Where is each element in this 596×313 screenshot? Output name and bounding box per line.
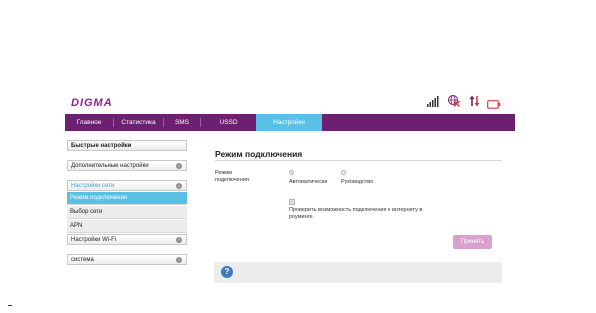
tab-settings[interactable]: Настройки [256, 114, 322, 131]
sidebar-item-label: Дополнительные настройки [71, 163, 149, 169]
sidebar-item-label: Быстрые настройки [71, 143, 132, 149]
signal-strength-icon [427, 94, 439, 112]
sidebar-item-wifi-settings[interactable]: Настройки Wi-Fi › [67, 234, 187, 245]
tab-statistics[interactable]: Статистика [114, 114, 163, 131]
roaming-check-label: Проверить возможность подключения к инте… [289, 207, 422, 221]
radio-auto[interactable] [289, 170, 294, 175]
tab-ussd[interactable]: USSD [201, 114, 256, 131]
radio-auto-label[interactable]: Автоматически [289, 179, 327, 186]
help-icon[interactable]: ? [221, 266, 233, 278]
roaming-check-checkbox[interactable] [289, 199, 295, 205]
sidebar-subitem-apn[interactable]: APN [67, 220, 187, 233]
data-transfer-arrows-icon [469, 94, 481, 112]
sidebar-item-system[interactable]: система › [67, 254, 187, 265]
chevron-right-icon: › [176, 237, 182, 243]
globe-no-roaming-icon [447, 94, 461, 112]
main-navigation: Главное Статистика SMS USSD Настройки [65, 114, 515, 131]
tab-sms[interactable]: SMS [164, 114, 200, 131]
title-divider [215, 160, 502, 161]
battery-icon [487, 96, 501, 114]
sidebar-item-network-settings[interactable]: Настройки сети ⌄ [67, 180, 187, 191]
sidebar-item-label: система [71, 257, 94, 263]
roaming-check-label-line2: роуминге. [289, 214, 315, 220]
digma-logo: DIGMA [71, 97, 113, 109]
apply-button[interactable]: Принять [453, 235, 492, 249]
roaming-check-label-line1: Проверить возможность подключения к инте… [289, 207, 423, 213]
decorative-dash [8, 305, 12, 306]
connection-mode-label: Режим подключения [215, 170, 249, 184]
sidebar-item-quick-settings[interactable]: Быстрые настройки [67, 140, 187, 151]
connection-mode-label-line2: подключения [215, 177, 249, 183]
sidebar-subitem-network-selection[interactable]: Выбор сети [67, 206, 187, 219]
sidebar-item-label: Настройки сети [71, 183, 115, 189]
sidebar-item-label: Настройки Wi-Fi [71, 237, 117, 243]
sidebar-subitem-connection-mode[interactable]: Режим подключения [67, 192, 187, 205]
connection-mode-label-line1: Режим [215, 170, 232, 176]
radio-manual-label[interactable]: Руководство [341, 179, 373, 186]
chevron-right-icon: › [176, 163, 182, 169]
chevron-down-icon: ⌄ [176, 183, 182, 189]
tab-home[interactable]: Главное [65, 114, 113, 131]
help-bar: ? [214, 262, 502, 283]
page-title: Режим подключения [215, 149, 303, 159]
sidebar-item-additional-settings[interactable]: Дополнительные настройки › [67, 160, 187, 171]
radio-manual[interactable] [341, 170, 346, 175]
chevron-right-icon: › [176, 257, 182, 263]
